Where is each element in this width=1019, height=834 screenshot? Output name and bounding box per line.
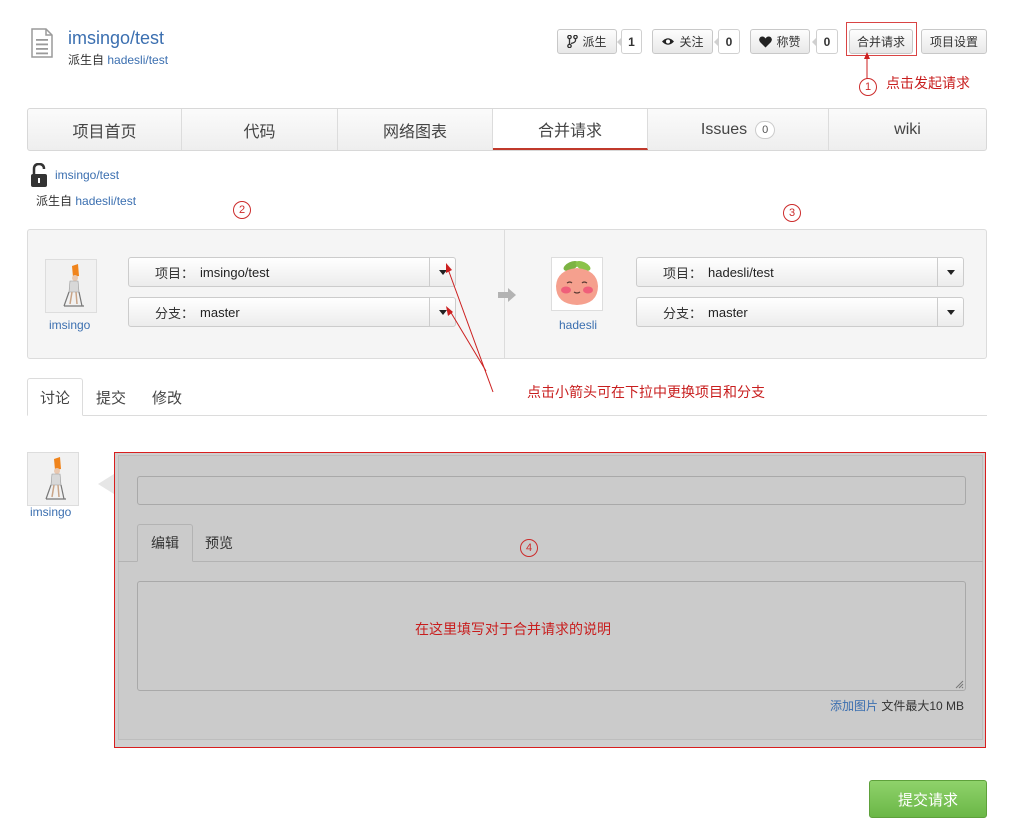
select-value: master	[708, 304, 748, 320]
avatar[interactable]	[551, 257, 603, 311]
fork-button[interactable]: 派生	[557, 29, 617, 54]
select-label: 分支：	[155, 305, 195, 321]
project-settings-button[interactable]: 项目设置	[921, 29, 987, 54]
repo-link[interactable]: imsingo/test	[55, 168, 119, 182]
file-limit-text: 文件最大10 MB	[881, 699, 965, 713]
tab-network-graph[interactable]: 网络图表	[338, 109, 493, 150]
unlock-icon	[31, 163, 47, 187]
select-label: 分支：	[663, 305, 703, 321]
star-button[interactable]: 称赞	[750, 29, 810, 54]
tab-discussion[interactable]: 讨论	[27, 378, 84, 416]
repo-icon	[31, 28, 53, 58]
tab-label: 代码	[243, 123, 276, 141]
select-value: master	[200, 304, 240, 320]
watch-count[interactable]: 0	[714, 29, 740, 54]
tab-commits[interactable]: 提交	[84, 378, 138, 416]
annotation-arrow-1	[864, 52, 870, 79]
star-label: 称赞	[776, 35, 801, 49]
source-branch-select[interactable]: 分支： master	[128, 297, 456, 327]
source-user-link[interactable]: imsingo	[49, 318, 90, 332]
comment-user-link[interactable]: imsingo	[30, 505, 71, 519]
fork-icon	[567, 35, 579, 48]
forked-from-link[interactable]: hadesli/test	[75, 194, 136, 208]
tab-label: wiki	[894, 120, 921, 138]
tab-wiki[interactable]: wiki	[829, 109, 986, 150]
annotation-number-4: 4	[520, 539, 538, 557]
issues-count-badge: 0	[755, 120, 776, 139]
tab-project-home[interactable]: 项目首页	[28, 109, 182, 150]
annotation-form-hint: 在这里填写对于合并请求的说明	[415, 621, 611, 637]
dropdown-caret-icon[interactable]	[937, 298, 963, 326]
upload-info: 添加图片 文件最大10 MB	[830, 697, 964, 714]
annotation-arrow-hint: 点击小箭头可在下拉中更换项目和分支	[527, 384, 765, 400]
tab-label: 合并请求	[537, 122, 602, 140]
source-project-select[interactable]: 项目： imsingo/test	[128, 257, 456, 287]
select-label: 项目：	[155, 265, 195, 281]
repo-forked-from: 派生自 hadesli/test	[36, 192, 136, 209]
target-branch-select[interactable]: 分支： master	[636, 297, 964, 327]
tab-issues[interactable]: Issues 0	[648, 109, 829, 150]
resize-handle-icon[interactable]	[955, 680, 964, 689]
fork-count[interactable]: 1	[617, 29, 642, 54]
select-label: 项目：	[663, 265, 703, 281]
user-avatar-image	[28, 453, 78, 505]
target-user-link[interactable]: hadesli	[559, 318, 597, 332]
tab-changes[interactable]: 修改	[140, 378, 194, 416]
tab-merge-requests[interactable]: 合并请求	[493, 109, 648, 150]
annotation-number-2: 2	[233, 201, 251, 219]
peach-avatar-image	[552, 258, 602, 310]
tab-label: 项目首页	[72, 123, 137, 141]
repo-title[interactable]: imsingo/test	[68, 28, 164, 49]
watch-label: 关注	[679, 35, 704, 49]
editor-tabs-divider	[118, 561, 983, 562]
tab-edit[interactable]: 编辑	[137, 524, 193, 562]
fork-label: 派生	[582, 35, 607, 49]
user-avatar-image	[46, 260, 96, 312]
annotation-arrows	[446, 263, 494, 393]
select-value: hadesli/test	[708, 264, 774, 280]
star-count[interactable]: 0	[812, 29, 838, 54]
title-input[interactable]	[137, 476, 966, 505]
forked-from-link[interactable]: hadesli/test	[107, 53, 168, 67]
avatar[interactable]	[45, 259, 97, 313]
heart-icon	[759, 36, 773, 47]
submit-request-button[interactable]: 提交请求	[869, 780, 987, 818]
watch-button[interactable]: 关注	[652, 29, 713, 54]
forked-from-label: 派生自	[68, 53, 105, 67]
eye-icon	[662, 38, 675, 45]
dropdown-caret-icon[interactable]	[937, 258, 963, 286]
select-value: imsingo/test	[200, 264, 270, 280]
comment-pointer	[98, 474, 114, 494]
forked-from: 派生自 hadesli/test	[68, 51, 168, 68]
add-image-link[interactable]: 添加图片	[830, 699, 878, 713]
annotation-number-3: 3	[783, 204, 801, 222]
tab-preview[interactable]: 预览	[192, 524, 246, 562]
project-nav: 项目首页 代码 网络图表 合并请求 Issues 0 wiki	[27, 108, 987, 151]
avatar[interactable]	[27, 452, 79, 506]
annotation-click-to-start: 点击发起请求	[886, 75, 970, 91]
target-project-select[interactable]: 项目： hadesli/test	[636, 257, 964, 287]
tab-label: Issues	[700, 120, 748, 138]
tab-label: 网络图表	[382, 123, 447, 141]
forked-from-label: 派生自	[36, 194, 73, 208]
annotation-number-1: 1	[859, 78, 877, 96]
tab-code[interactable]: 代码	[182, 109, 338, 150]
